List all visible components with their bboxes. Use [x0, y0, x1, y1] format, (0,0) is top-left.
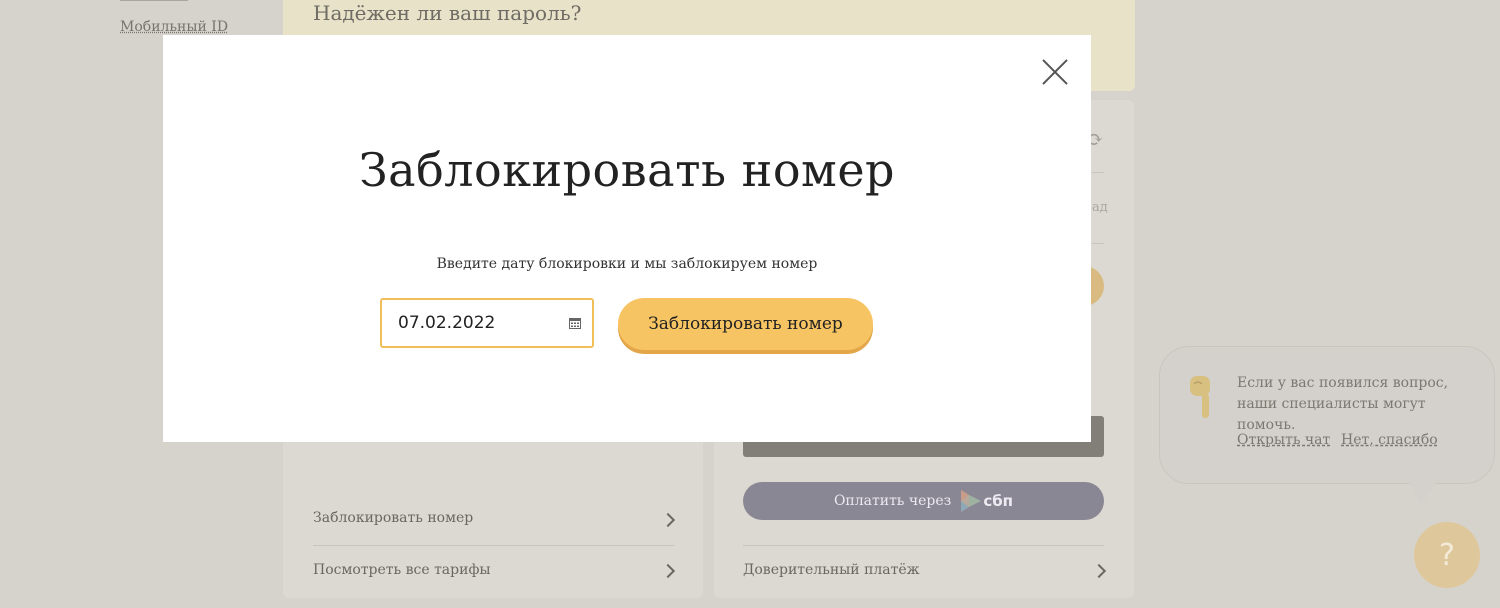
close-icon[interactable] — [1041, 58, 1069, 86]
modal-title: Заблокировать номер — [359, 143, 895, 197]
list-item-all-tariffs[interactable]: Посмотреть все тарифы — [313, 562, 491, 578]
block-date-input[interactable] — [398, 313, 548, 333]
help-icon: ? — [1439, 537, 1455, 573]
partial-text: ад — [1092, 200, 1108, 215]
block-number-modal — [163, 35, 1091, 442]
sbp-pay-button[interactable]: Оплатить через сбп — [743, 482, 1104, 520]
list-item-block-number[interactable]: Заблокировать номер — [313, 510, 473, 526]
sbp-logo-text: сбп — [983, 492, 1014, 510]
divider — [313, 545, 674, 546]
no-thanks-link[interactable]: Нет, спасибо — [1341, 432, 1438, 448]
block-date-field[interactable] — [380, 298, 594, 348]
sbp-button-label: Оплатить через — [833, 493, 952, 509]
block-number-button-label: Заблокировать номер — [648, 314, 843, 334]
sbp-logo-icon — [961, 490, 982, 512]
calendar-icon[interactable] — [569, 318, 581, 329]
open-chat-link[interactable]: Открыть чат — [1237, 432, 1330, 448]
password-card-title: Надёжен ли ваш пароль? — [313, 1, 582, 25]
pointing-hand-icon — [1190, 376, 1210, 418]
divider — [743, 545, 1104, 546]
list-item-trust-payment[interactable]: Доверительный платёж — [743, 562, 920, 578]
divider — [1092, 243, 1104, 244]
divider — [1092, 172, 1104, 173]
mobile-id-link[interactable]: Мобильный ID — [120, 19, 228, 35]
block-number-button[interactable]: Заблокировать номер — [618, 298, 873, 350]
chat-message: Если у вас появился вопрос, наши специал… — [1237, 375, 1449, 433]
modal-subtitle: Введите дату блокировки и мы заблокируем… — [436, 256, 818, 272]
sbp-logo: сбп — [961, 490, 1013, 512]
chat-popup-tail — [1408, 480, 1438, 506]
nav-divider — [120, 0, 188, 1]
help-button[interactable]: ? — [1414, 522, 1480, 588]
